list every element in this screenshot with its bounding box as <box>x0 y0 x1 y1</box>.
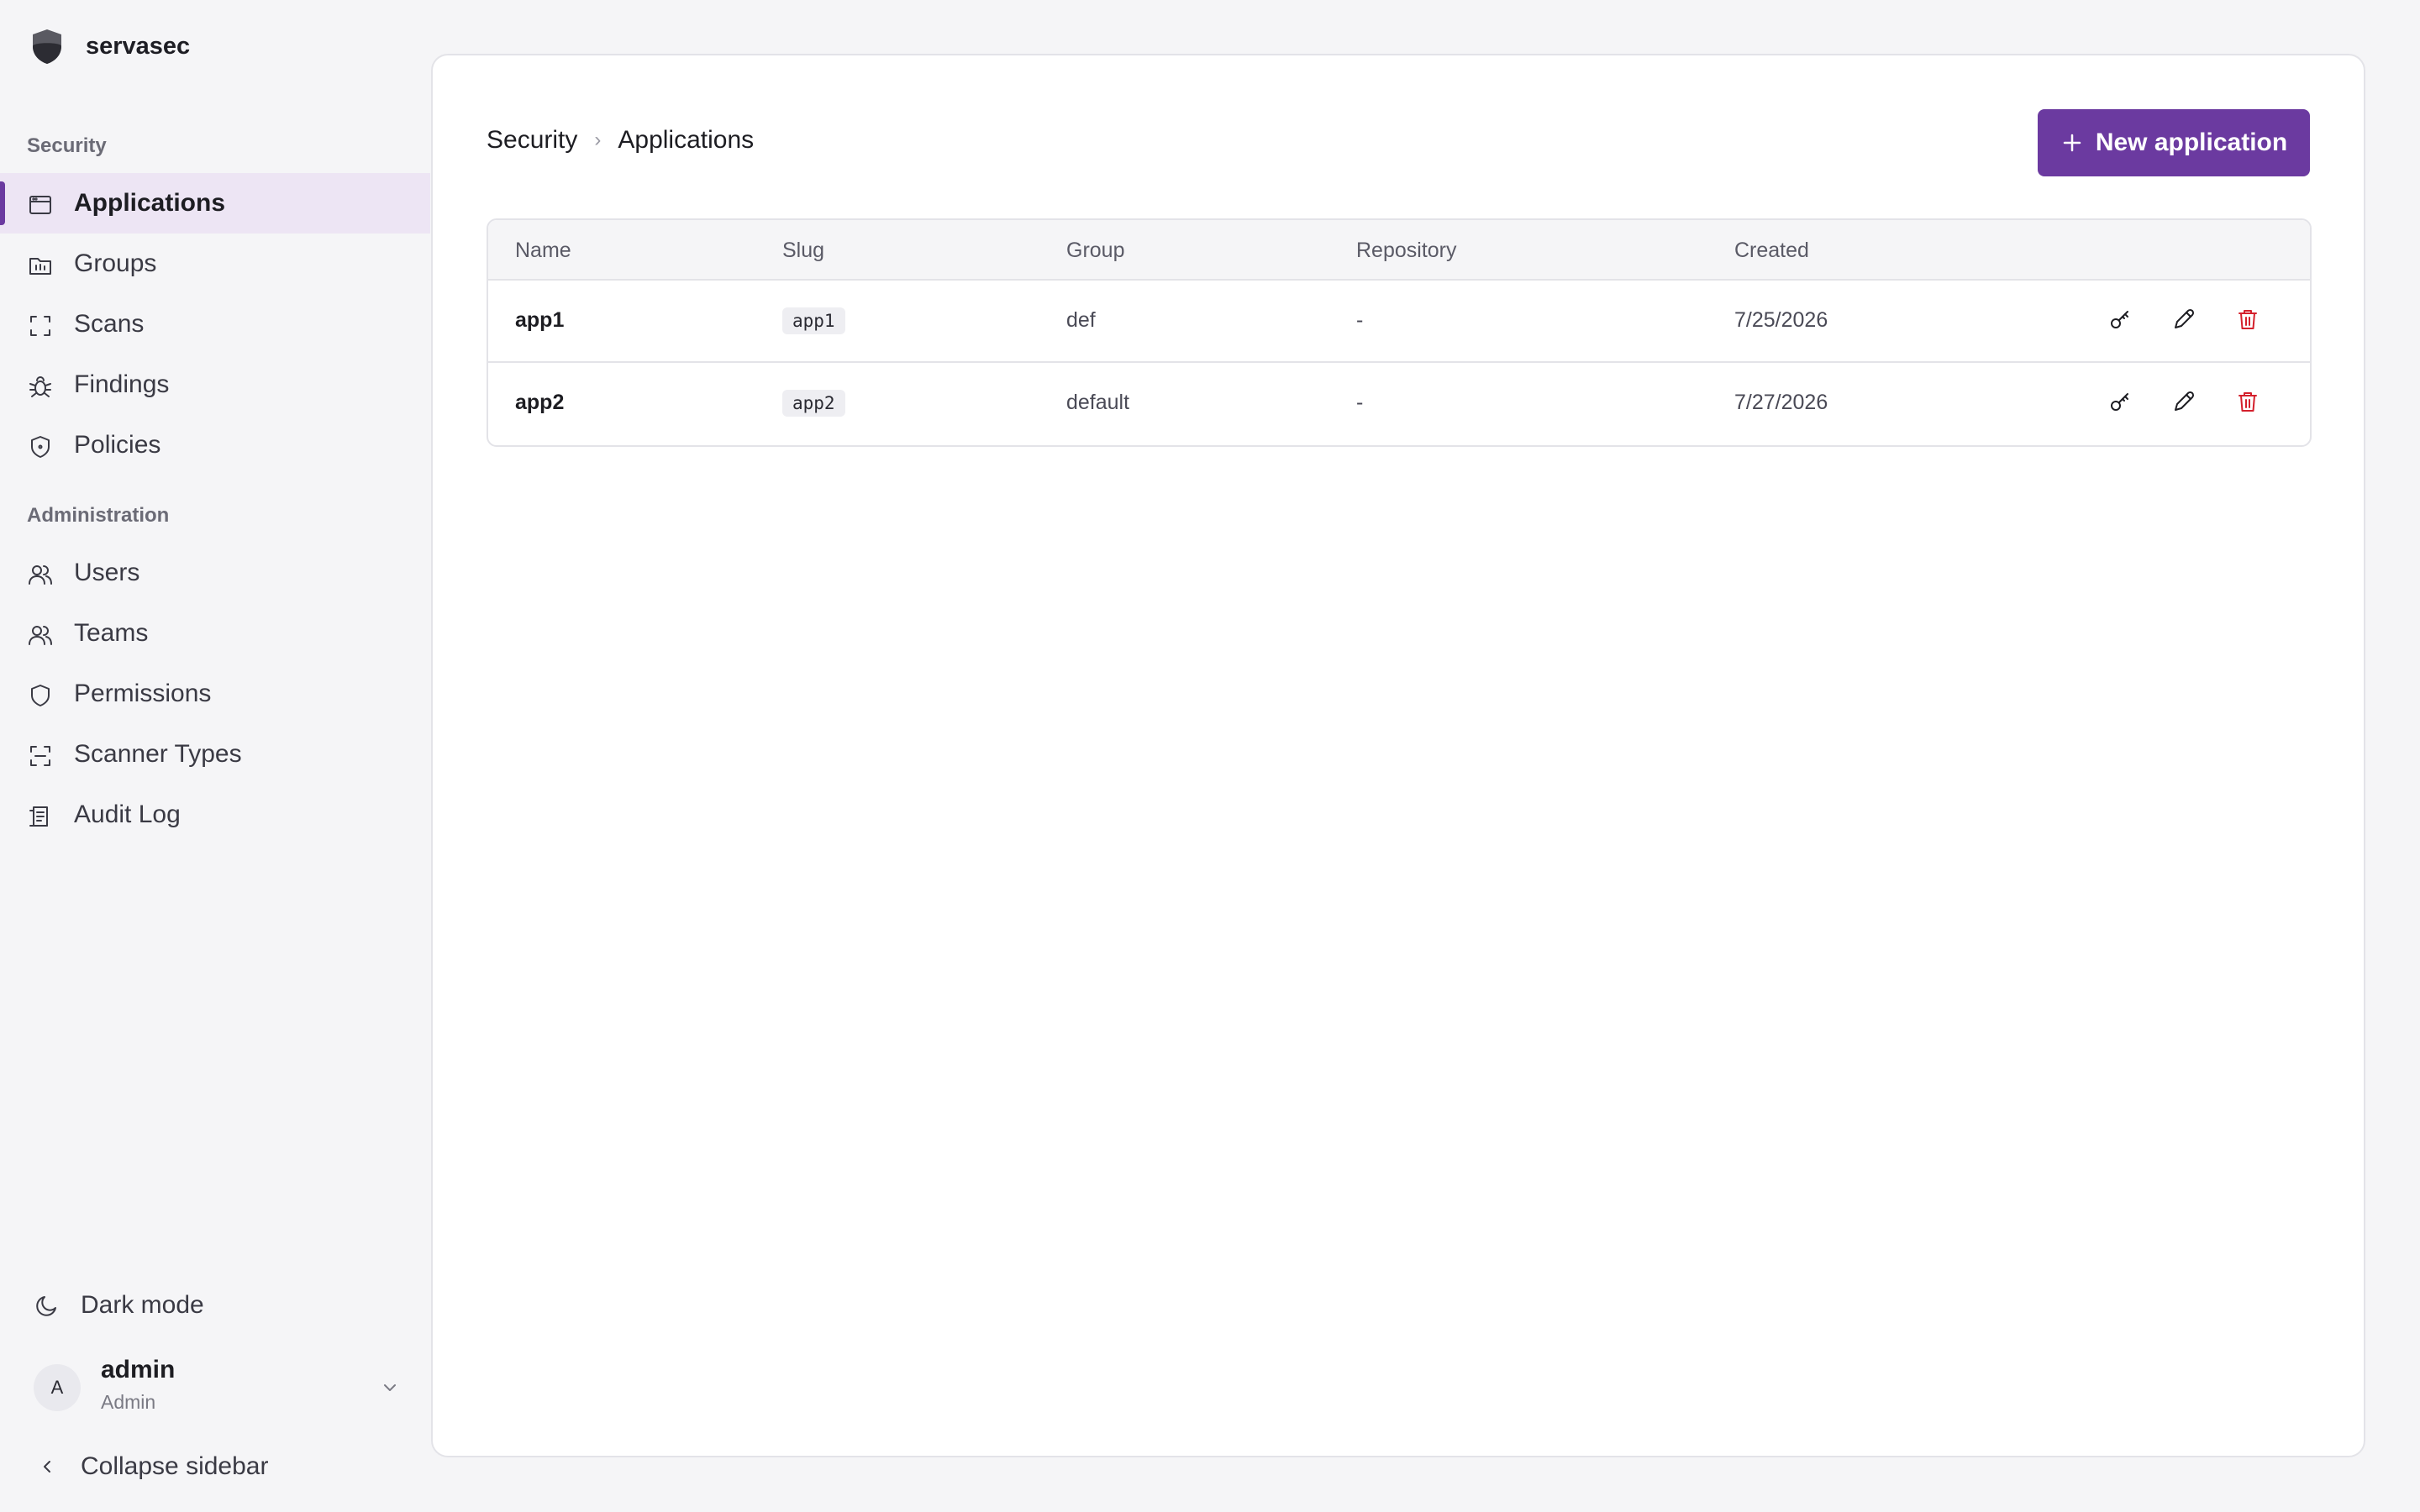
key-icon[interactable] <box>2107 306 2137 336</box>
sidebar-item-label: Scanner Types <box>74 740 242 768</box>
delete-icon[interactable] <box>2234 306 2265 336</box>
column-header-group[interactable]: Group <box>1066 239 1124 263</box>
sidebar-item-label: Findings <box>74 370 170 398</box>
breadcrumb-applications: Applications <box>618 126 755 154</box>
teams-icon <box>27 622 54 648</box>
main-panel: Security › Applications New application … <box>431 54 2365 1457</box>
sidebar-item-label: Users <box>74 559 140 586</box>
breadcrumb-security[interactable]: Security <box>487 126 577 155</box>
user-role: Admin <box>101 1391 156 1413</box>
edit-icon[interactable] <box>2170 388 2201 418</box>
section-label-administration: Administration <box>27 504 170 527</box>
column-header-name[interactable]: Name <box>515 239 571 263</box>
sidebar-item-teams[interactable]: Teams <box>0 603 430 664</box>
chevron-left-icon <box>34 1453 60 1480</box>
new-application-button[interactable]: New application <box>2038 109 2310 176</box>
sidebar-item-findings[interactable]: Findings <box>0 354 430 415</box>
app-repository: - <box>1356 391 1364 414</box>
sidebar-item-policies[interactable]: Policies <box>0 415 430 475</box>
breadcrumb-separator-icon: › <box>594 129 602 151</box>
sidebar-item-applications[interactable]: Applications <box>0 173 430 234</box>
user-menu[interactable]: A admin Admin <box>34 1356 403 1423</box>
logo-icon <box>33 29 61 64</box>
breadcrumb: Security › Applications <box>487 126 754 155</box>
sidebar-item-audit-log[interactable]: Audit Log <box>0 785 430 845</box>
avatar: A <box>34 1364 81 1411</box>
app-name[interactable]: app2 <box>515 391 564 415</box>
key-icon[interactable] <box>2107 388 2137 418</box>
sidebar-item-scans[interactable]: Scans <box>0 294 430 354</box>
sidebar-item-label: Applications <box>74 189 226 217</box>
applications-icon <box>27 192 54 218</box>
sidebar-item-label: Groups <box>74 249 157 277</box>
shield-icon <box>27 682 54 709</box>
scan-icon <box>27 312 54 339</box>
new-application-label: New application <box>2095 129 2288 156</box>
column-header-created[interactable]: Created <box>1734 239 1809 263</box>
folder-icon <box>27 252 54 279</box>
table-row[interactable]: app1 app1 def - 7/25/2026 <box>488 281 2310 361</box>
dark-mode-toggle[interactable]: Dark mode <box>0 1278 430 1332</box>
chevron-down-icon <box>376 1374 403 1401</box>
bug-icon <box>27 373 54 400</box>
app-created: 7/25/2026 <box>1734 308 1828 332</box>
applications-table: Name Slug Group Repository Created app1 … <box>487 218 2312 447</box>
sidebar-item-permissions[interactable]: Permissions <box>0 664 430 724</box>
sidebar-item-label: Teams <box>74 619 149 647</box>
collapse-sidebar-button[interactable]: Collapse sidebar <box>0 1440 430 1494</box>
users-icon <box>27 561 54 588</box>
app-repository: - <box>1356 308 1364 332</box>
sidebar-item-label: Permissions <box>74 680 212 707</box>
app-created: 7/27/2026 <box>1734 391 1828 414</box>
app-group: def <box>1066 308 1096 332</box>
sidebar-item-label: Policies <box>74 431 161 459</box>
table-row[interactable]: app2 app2 default - 7/27/2026 <box>488 361 2310 442</box>
shield-icon <box>27 433 54 460</box>
brand-name: servasec <box>86 32 191 60</box>
sidebar-item-label: Audit Log <box>74 801 181 828</box>
user-name: admin <box>101 1356 176 1383</box>
scan-icon <box>27 743 54 769</box>
audit-log-icon <box>27 803 54 830</box>
slug-badge: app1 <box>782 307 845 334</box>
delete-icon[interactable] <box>2234 388 2265 418</box>
edit-icon[interactable] <box>2170 306 2201 336</box>
plus-icon <box>2063 134 2081 152</box>
column-header-repository[interactable]: Repository <box>1356 239 1457 263</box>
sidebar: servasec Security Applications Groups Sc… <box>0 0 430 1512</box>
sidebar-item-groups[interactable]: Groups <box>0 234 430 294</box>
collapse-sidebar-label: Collapse sidebar <box>81 1452 269 1480</box>
moon-icon <box>34 1292 60 1319</box>
app-group: default <box>1066 391 1130 414</box>
column-header-slug[interactable]: Slug <box>782 239 824 263</box>
sidebar-item-scanner-types[interactable]: Scanner Types <box>0 724 430 785</box>
section-label-security: Security <box>27 134 107 157</box>
brand[interactable]: servasec <box>30 25 190 67</box>
slug-badge: app2 <box>782 390 845 417</box>
sidebar-item-label: Scans <box>74 310 145 338</box>
app-name[interactable]: app1 <box>515 308 564 333</box>
sidebar-item-users[interactable]: Users <box>0 543 430 603</box>
table-header: Name Slug Group Repository Created <box>488 220 2310 281</box>
dark-mode-label: Dark mode <box>81 1291 204 1319</box>
